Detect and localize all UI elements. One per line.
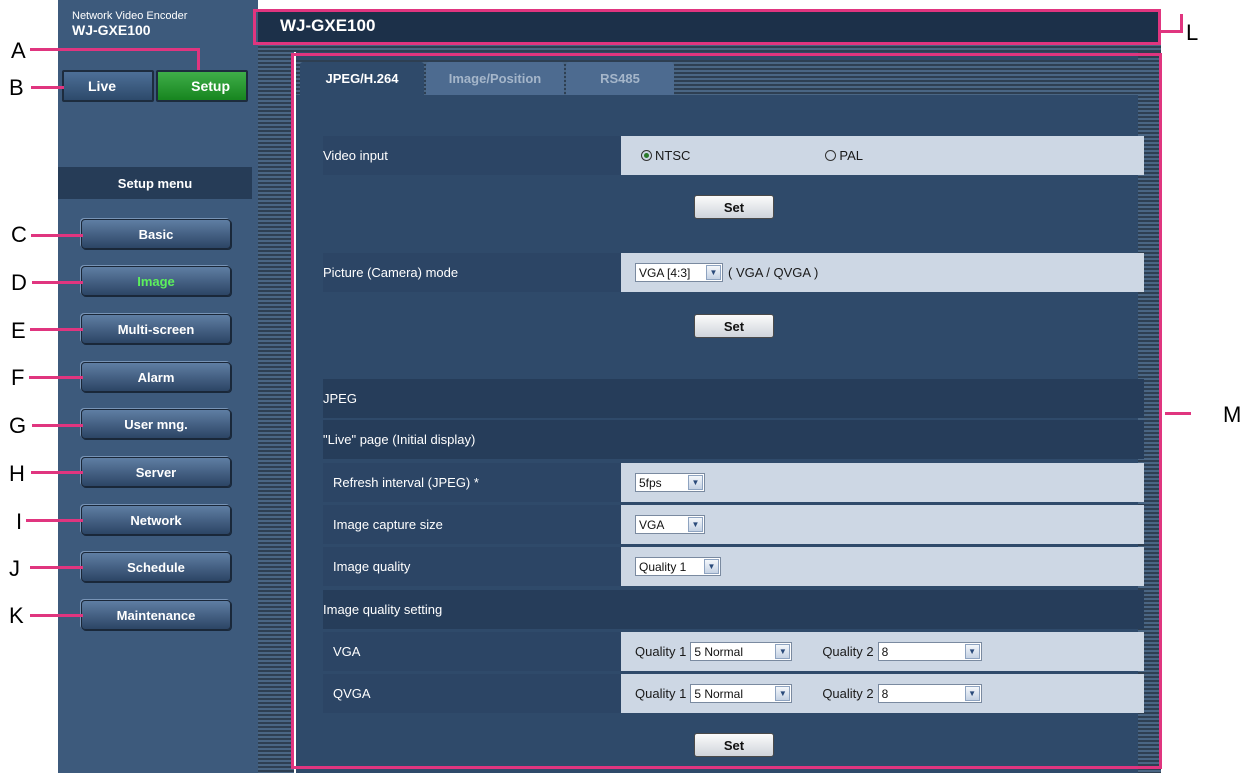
menu-multi-screen-button[interactable]: Multi-screen [81, 314, 231, 344]
callout-m-line [1165, 412, 1191, 415]
callout-d-line [32, 281, 83, 284]
callout-k: K [9, 603, 24, 628]
callout-h: H [9, 461, 25, 486]
menu-alarm-button[interactable]: Alarm [81, 362, 231, 392]
callout-j: J [9, 556, 20, 581]
product-name: Network Video Encoder [72, 10, 188, 22]
callout-f: F [11, 365, 25, 390]
callout-g: G [9, 413, 27, 438]
callout-d: D [11, 270, 27, 295]
callout-j-line [30, 566, 83, 569]
callout-e: E [11, 318, 26, 343]
callout-h-line [31, 471, 83, 474]
callout-m: M [1223, 402, 1242, 427]
menu-server-button[interactable]: Server [81, 457, 231, 487]
callout-a-line [30, 48, 200, 51]
callout-b: B [9, 75, 24, 100]
callout-i-line [26, 519, 83, 522]
menu-network-button[interactable]: Network [81, 505, 231, 535]
callout-a: A [11, 38, 26, 63]
callout-e-line [30, 328, 83, 331]
callout-k-line [30, 614, 83, 617]
product-model: WJ-GXE100 [72, 22, 151, 38]
setup-menu-title: Setup menu [58, 167, 252, 199]
menu-user-mng-button[interactable]: User mng. [81, 409, 231, 439]
callout-g-line [32, 424, 83, 427]
callout-l-stem [1180, 14, 1183, 33]
menu-schedule-button[interactable]: Schedule [81, 552, 231, 582]
menu-image-button[interactable]: Image [81, 266, 231, 296]
header-callout-frame [253, 9, 1161, 45]
menu-maintenance-button[interactable]: Maintenance [81, 600, 231, 630]
callout-f-line [29, 376, 83, 379]
setup-button[interactable]: Setup [156, 70, 248, 102]
callout-c: C [11, 222, 27, 247]
menu-basic-button[interactable]: Basic [81, 219, 231, 249]
callout-a-stem [197, 48, 200, 70]
callout-b-line [31, 86, 64, 89]
callout-c-line [31, 234, 83, 237]
left-stripe-border [258, 42, 294, 773]
callout-i: I [16, 509, 23, 534]
live-button[interactable]: Live [62, 70, 154, 102]
callout-l: L [1186, 20, 1199, 45]
main-callout-frame [291, 53, 1162, 769]
